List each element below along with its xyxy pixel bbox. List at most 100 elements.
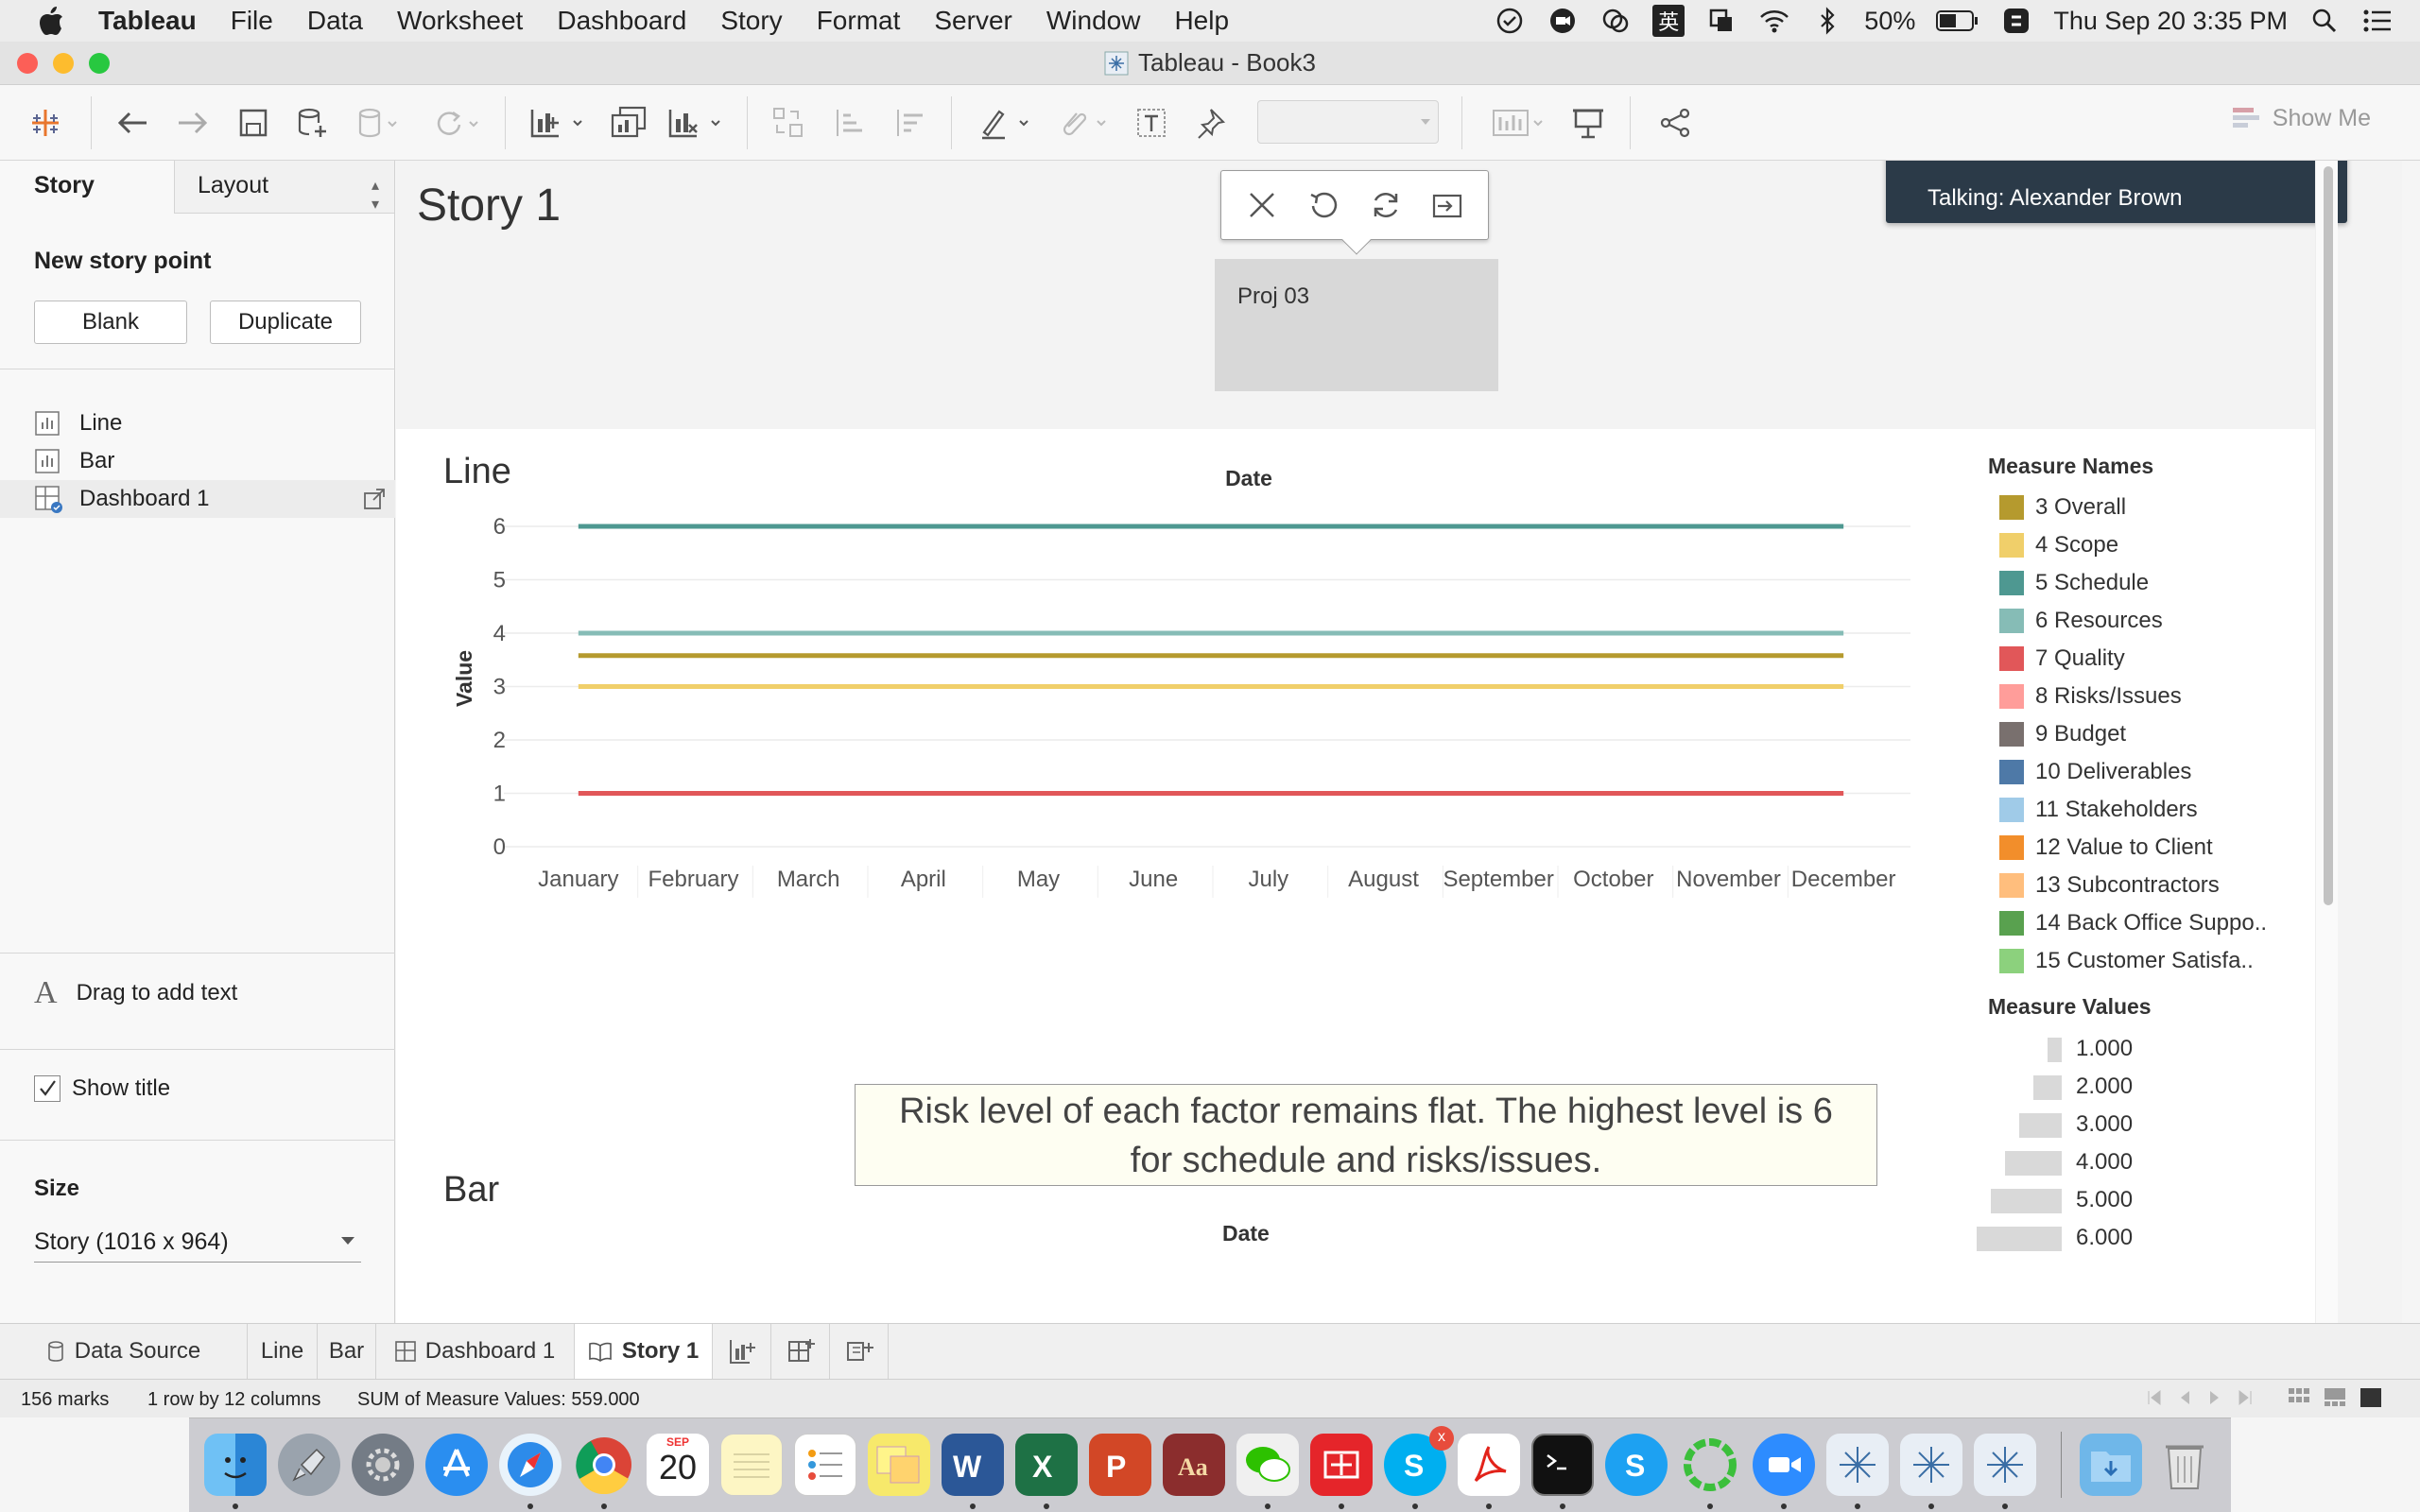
launchpad-icon[interactable] <box>278 1434 340 1496</box>
chart-annotation[interactable]: Risk level of each factor remains flat. … <box>855 1084 1877 1186</box>
first-sheet-icon[interactable] <box>2146 1389 2163 1406</box>
menu-format[interactable]: Format <box>800 6 918 36</box>
battery-icon[interactable] <box>1936 5 1979 37</box>
revert-icon[interactable] <box>1301 182 1346 228</box>
new-story-tab-icon[interactable] <box>830 1324 889 1379</box>
undo-arrow-icon[interactable] <box>110 102 155 144</box>
sheet-item-dashboard-1[interactable]: Dashboard 1 <box>0 480 395 518</box>
zoom-app-icon[interactable] <box>1753 1434 1815 1496</box>
redo-arrow-icon[interactable] <box>170 102 216 144</box>
fix-axes-pin-icon[interactable] <box>1187 102 1233 144</box>
calendar-icon[interactable]: SEP 20 <box>647 1434 709 1496</box>
tabs-view-icon[interactable] <box>2360 1387 2382 1408</box>
size-dropdown[interactable]: Story (1016 x 964) <box>34 1223 361 1263</box>
sync-app-icon[interactable] <box>2000 5 2032 37</box>
menu-file[interactable]: File <box>214 6 290 36</box>
wechat-icon[interactable] <box>1236 1434 1299 1496</box>
next-sheet-icon[interactable] <box>2206 1389 2223 1406</box>
group-members-paperclip-icon[interactable] <box>1051 102 1117 144</box>
menu-worksheet[interactable]: Worksheet <box>380 6 540 36</box>
notification-list-icon[interactable] <box>2361 5 2394 37</box>
menu-story[interactable]: Story <box>703 6 799 36</box>
presentation-mode-icon[interactable] <box>1565 102 1611 144</box>
sheet-sorter-icon[interactable] <box>2288 1387 2310 1408</box>
tab-layout[interactable]: Layout ▴ ▾ <box>174 161 394 214</box>
legend-item[interactable]: 14 Back Office Suppo.. <box>1999 907 2267 939</box>
sort-ascending-icon[interactable] <box>826 102 872 144</box>
skype-for-business-icon[interactable]: S <box>1605 1434 1668 1496</box>
screen-share-icon[interactable] <box>1705 5 1737 37</box>
safari-icon[interactable] <box>499 1434 562 1496</box>
size-legend-item[interactable]: 4.000 <box>1988 1147 2177 1179</box>
finder-icon[interactable] <box>204 1434 267 1496</box>
update-icon[interactable] <box>1363 182 1409 228</box>
legend-item[interactable]: 7 Quality <box>1999 643 2125 675</box>
filmstrip-icon[interactable] <box>2324 1387 2346 1408</box>
legend-item[interactable]: 8 Risks/Issues <box>1999 680 2182 713</box>
previous-sheet-icon[interactable] <box>2176 1389 2193 1406</box>
tab-dashboard-1[interactable]: Dashboard 1 <box>376 1324 575 1379</box>
tab-bar[interactable]: Bar <box>318 1324 376 1379</box>
dictionary-icon[interactable]: Aa <box>1163 1434 1225 1496</box>
bluetooth-icon[interactable] <box>1811 5 1843 37</box>
tableau-app-icon-3[interactable] <box>1974 1434 2036 1496</box>
reminders-icon[interactable] <box>794 1434 856 1496</box>
go-to-sheet-icon[interactable] <box>363 488 386 510</box>
video-record-icon[interactable] <box>1547 5 1579 37</box>
menu-data[interactable]: Data <box>290 6 380 36</box>
tableau-app-icon-2[interactable] <box>1900 1434 1962 1496</box>
tableau-app-icon-1[interactable] <box>1826 1434 1889 1496</box>
highlight-pen-icon[interactable] <box>974 102 1040 144</box>
menu-server[interactable]: Server <box>917 6 1028 36</box>
notes-icon[interactable] <box>720 1434 783 1496</box>
size-legend-item[interactable]: 2.000 <box>1988 1072 2177 1104</box>
chat-bubbles-icon[interactable] <box>1599 5 1632 37</box>
duplicate-sheet-icon[interactable] <box>605 102 652 144</box>
new-worksheet-icon[interactable] <box>524 102 592 144</box>
drag-to-add-text[interactable]: A Drag to add text <box>34 975 237 1011</box>
menubar-clock[interactable]: Thu Sep 20 3:35 PM <box>2053 7 2288 36</box>
last-sheet-icon[interactable] <box>2237 1389 2254 1406</box>
new-worksheet-tab-icon[interactable] <box>713 1324 771 1379</box>
legend-item[interactable]: 4 Scope <box>1999 529 2118 561</box>
delete-story-point-icon[interactable] <box>1239 182 1285 228</box>
legend-item[interactable]: 11 Stakeholders <box>1999 794 2198 826</box>
minimize-window-button[interactable] <box>53 53 74 74</box>
save-as-new-icon[interactable] <box>1425 182 1470 228</box>
menu-window[interactable]: Window <box>1029 6 1158 36</box>
show-me-button[interactable]: Show Me <box>2231 104 2371 132</box>
legend-item[interactable]: 5 Schedule <box>1999 567 2149 599</box>
swap-rows-columns-icon[interactable] <box>766 102 811 144</box>
save-icon[interactable] <box>231 102 276 144</box>
size-legend-item[interactable]: 1.000 <box>1988 1034 2177 1066</box>
stickies-icon[interactable] <box>868 1434 930 1496</box>
duplicate-button[interactable]: Duplicate <box>210 301 361 344</box>
downloads-folder-icon[interactable] <box>2080 1434 2142 1496</box>
chrome-icon[interactable] <box>573 1434 635 1496</box>
excel-icon[interactable]: X <box>1015 1434 1078 1496</box>
legend-item[interactable]: 13 Subcontractors <box>1999 869 2220 902</box>
system-preferences-icon[interactable] <box>352 1434 414 1496</box>
menu-help[interactable]: Help <box>1157 6 1246 36</box>
tab-story[interactable]: Story <box>0 161 174 214</box>
vertical-scrollbar[interactable] <box>2315 161 2338 1323</box>
refresh-data-icon[interactable] <box>424 102 490 144</box>
new-dashboard-tab-icon[interactable] <box>771 1324 830 1379</box>
terminal-icon[interactable] <box>1531 1434 1594 1496</box>
legend-item[interactable]: 9 Budget <box>1999 718 2126 750</box>
share-icon[interactable] <box>1652 102 1698 144</box>
size-legend-item[interactable]: 5.000 <box>1988 1185 2177 1217</box>
sort-descending-icon[interactable] <box>887 102 932 144</box>
size-legend-item[interactable]: 3.000 <box>1988 1109 2177 1142</box>
legend-item[interactable]: 10 Deliverables <box>1999 756 2191 788</box>
sheet-item-line[interactable]: Line <box>0 404 395 442</box>
menu-dashboard[interactable]: Dashboard <box>540 6 703 36</box>
trash-icon[interactable] <box>2153 1434 2216 1496</box>
blank-button[interactable]: Blank <box>34 301 187 344</box>
wifi-icon[interactable] <box>1758 5 1790 37</box>
clear-sheet-icon[interactable] <box>662 102 730 144</box>
show-hide-cards-icon[interactable] <box>1488 102 1550 144</box>
fit-dropdown[interactable] <box>1257 100 1439 144</box>
tab-line[interactable]: Line <box>248 1324 318 1379</box>
tableau-logo-icon[interactable] <box>25 102 66 144</box>
